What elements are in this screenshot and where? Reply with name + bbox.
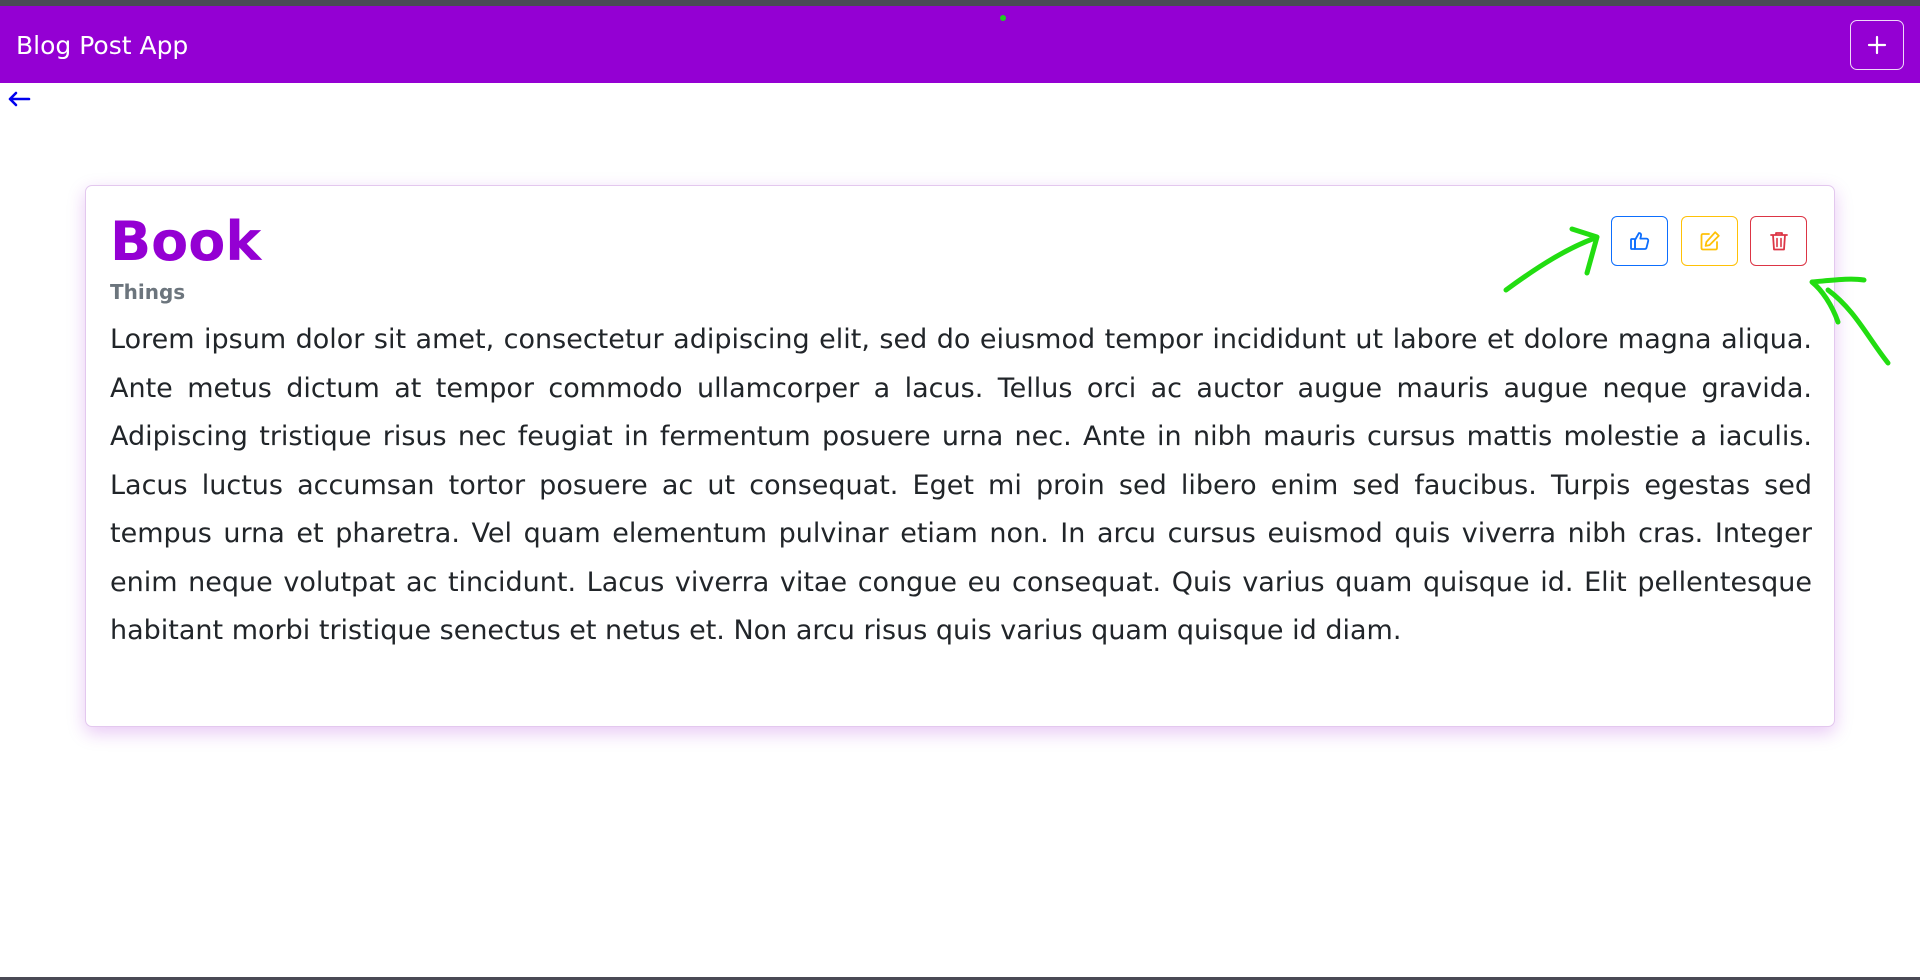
delete-button[interactable] bbox=[1750, 216, 1807, 266]
thumbs-up-icon bbox=[1629, 232, 1649, 250]
trash-icon bbox=[1769, 232, 1788, 251]
post-title: Book bbox=[110, 210, 262, 273]
navbar: Blog Post App bbox=[0, 6, 1920, 83]
post-category: Things bbox=[110, 280, 186, 304]
like-button[interactable] bbox=[1611, 216, 1668, 266]
edit-button[interactable] bbox=[1681, 216, 1738, 266]
back-link[interactable] bbox=[6, 88, 32, 110]
post-card: Book Things Lorem ipsum dolor sit amet, … bbox=[85, 185, 1835, 727]
plus-icon bbox=[1867, 35, 1887, 55]
pencil-square-icon bbox=[1700, 231, 1720, 251]
post-body: Lorem ipsum dolor sit amet, consectetur … bbox=[110, 324, 1812, 646]
add-post-button[interactable] bbox=[1850, 20, 1904, 70]
status-dot bbox=[1000, 15, 1006, 21]
brand-title[interactable]: Blog Post App bbox=[16, 33, 188, 58]
arrow-left-icon bbox=[8, 91, 31, 107]
